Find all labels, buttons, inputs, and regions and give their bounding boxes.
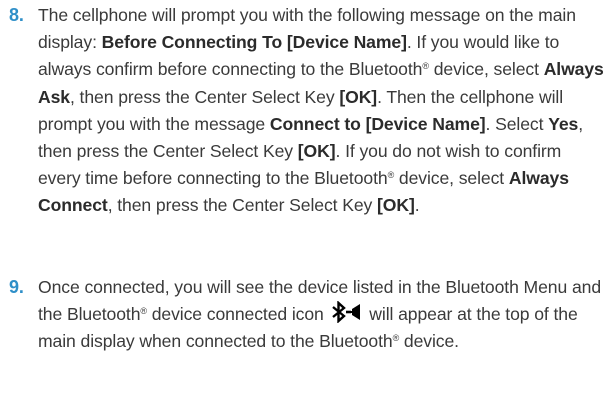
- bluetooth-connected-icon: [330, 301, 364, 324]
- key-ok: [OK]: [297, 141, 336, 162]
- option-yes: Yes: [548, 113, 579, 134]
- step-number: 9.: [9, 277, 24, 297]
- message-connect-to: Connect to [Device Name]: [269, 113, 486, 134]
- step-text: The cellphone will prompt you with the f…: [38, 2, 605, 220]
- text-segment: , then press the Center Select Key: [107, 195, 378, 216]
- step-9: 9. Once connected, you will see the devi…: [9, 274, 605, 356]
- text-segment: device, select: [428, 59, 544, 80]
- step-8: 8. The cellphone will prompt you with th…: [9, 2, 605, 220]
- key-ok: [OK]: [377, 195, 415, 216]
- key-ok: [OK]: [339, 86, 378, 107]
- text-segment: . Select: [485, 113, 549, 134]
- step-number: 8.: [9, 5, 24, 25]
- text-segment: , then press the Center Select Key: [69, 86, 340, 107]
- text-segment: device connected icon: [146, 304, 329, 325]
- text-segment: device, select: [394, 168, 509, 189]
- text-segment: .: [414, 195, 420, 216]
- text-segment: device.: [399, 331, 459, 352]
- message-before-connecting: Before Connecting To [Device Name]: [101, 32, 407, 53]
- step-text: Once connected, you will see the device …: [38, 274, 605, 356]
